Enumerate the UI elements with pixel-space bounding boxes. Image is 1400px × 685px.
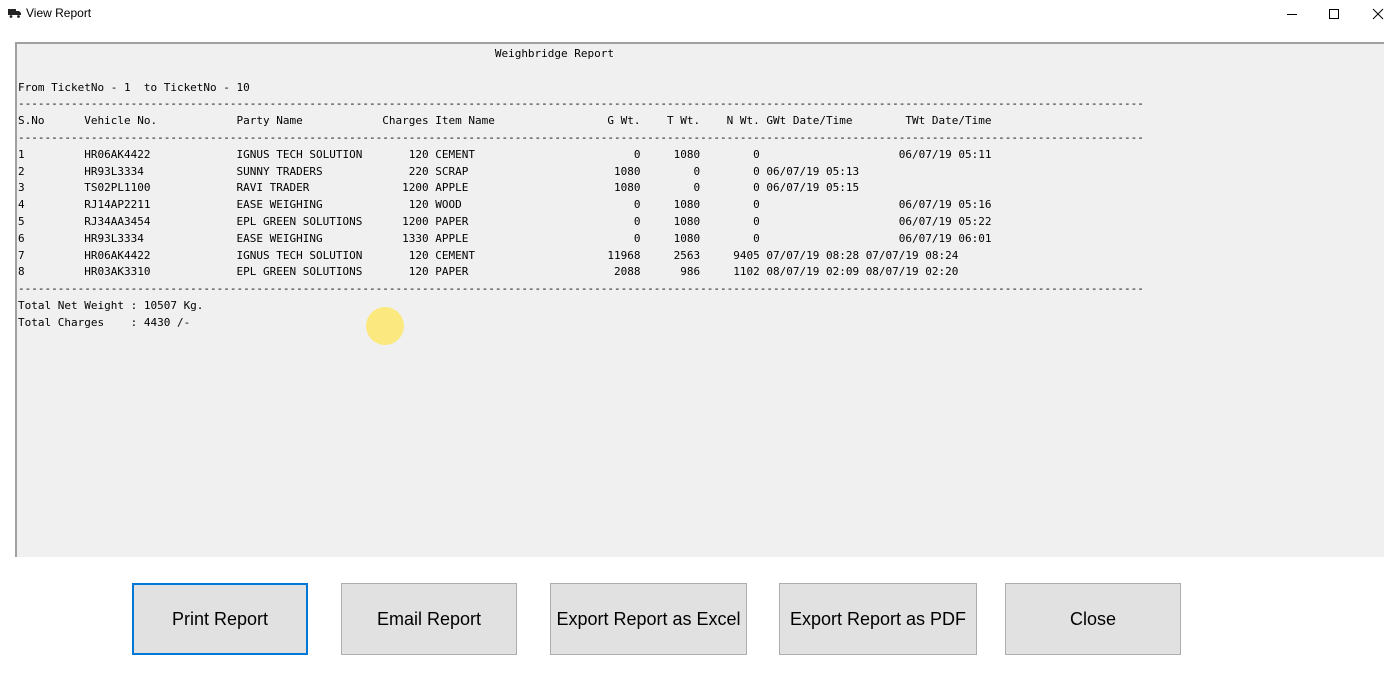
table-row: 8 HR03AK3310 EPL GREEN SOLUTIONS 120 PAP… [18,265,959,279]
separator-line: ----------------------------------------… [18,97,1144,111]
maximize-button[interactable] [1312,0,1356,28]
report-title: Weighbridge Report [18,47,615,60]
truck-icon [8,9,21,18]
minimize-button[interactable] [1270,0,1314,28]
table-row: 5 RJ34AA3454 EPL GREEN SOLUTIONS 1200 PA… [18,214,992,228]
table-row: 1 HR06AK4422 IGNUS TECH SOLUTION 120 CEM… [18,147,992,161]
separator-line: ----------------------------------------… [18,130,1144,144]
window-title: View Report [26,6,92,20]
report-viewer[interactable]: Weighbridge Report From TicketNo - 1 to T… [15,42,1384,557]
table-row: 6 HR93L3334 EASE WEIGHING 1330 APPLE 0 1… [18,231,992,245]
total-net-weight: Total Net Weight : 10507 Kg. [18,298,204,312]
close-button[interactable]: Close [1005,583,1181,655]
maximize-icon [1329,9,1339,19]
export-pdf-button[interactable]: Export Report as PDF [779,583,977,655]
ticket-range: From TicketNo - 1 to TicketNo - 10 [18,80,250,94]
table-row: 3 TS02PL1100 RAVI TRADER 1200 APPLE 1080… [18,181,860,195]
close-window-button[interactable] [1356,0,1400,28]
table-row: 7 HR06AK4422 IGNUS TECH SOLUTION 120 CEM… [18,248,959,262]
close-icon [1372,8,1384,20]
report-blank-line [18,63,1144,80]
view-report-window: View Report Weighbridge Report From Tick… [0,0,1400,685]
title-bar[interactable]: View Report [0,0,1400,28]
total-charges: Total Charges : 4430 /- [18,315,191,329]
mouse-cursor-highlight [366,307,404,345]
minimize-icon [1287,14,1297,15]
export-excel-button[interactable]: Export Report as Excel [550,583,747,655]
report-content: Weighbridge Report From TicketNo - 1 to T… [18,46,1144,332]
separator-line: ----------------------------------------… [18,282,1144,296]
email-report-button[interactable]: Email Report [341,583,517,655]
print-report-button[interactable]: Print Report [132,583,308,655]
table-header: S.No Vehicle No. Party Name Charges Item… [18,114,992,128]
table-row: 2 HR93L3334 SUNNY TRADERS 220 SCRAP 1080… [18,164,860,178]
table-row: 4 RJ14AP2211 EASE WEIGHING 120 WOOD 0 10… [18,198,992,212]
